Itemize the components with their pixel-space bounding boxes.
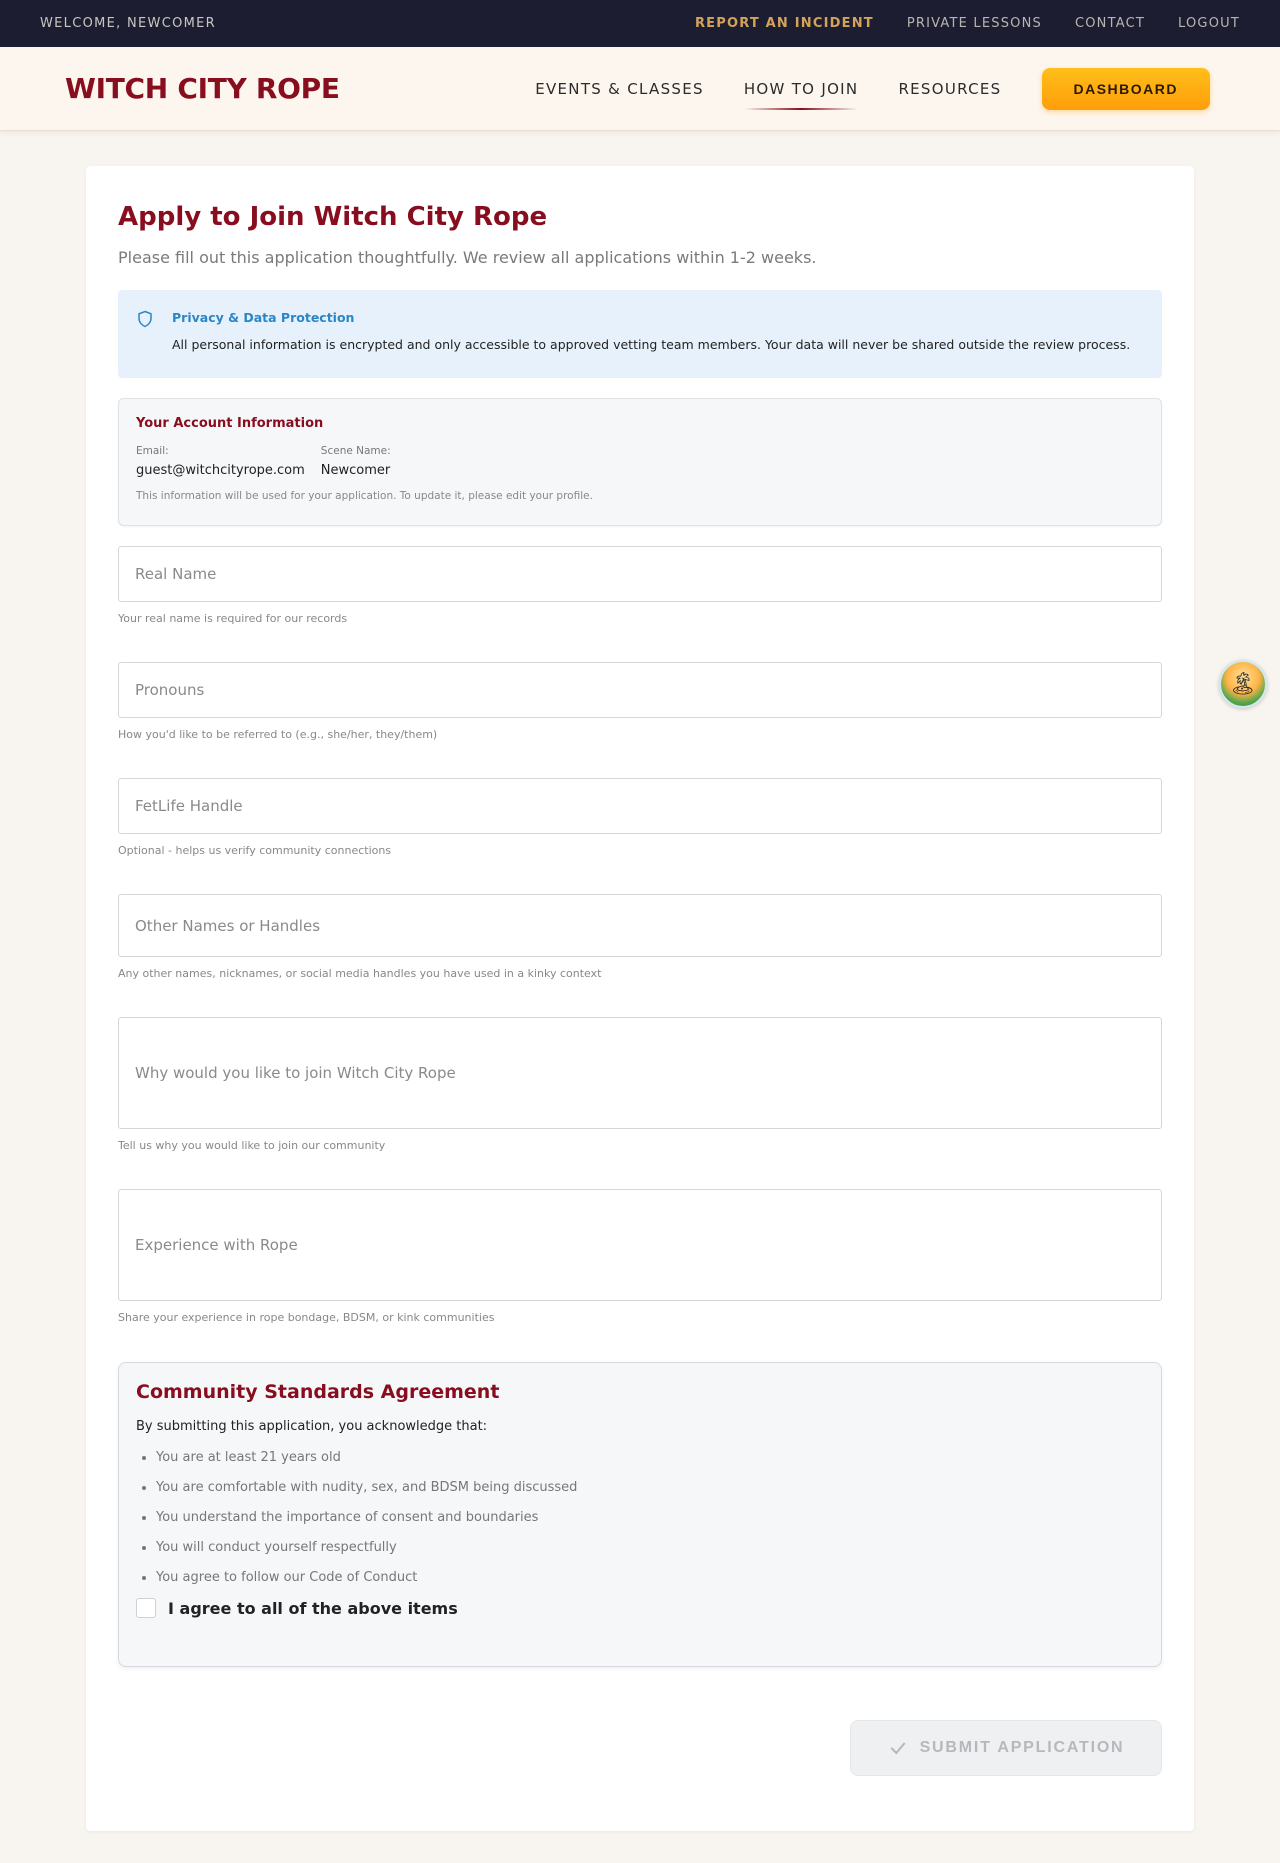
- agreement-item: You are comfortable with nudity, sex, an…: [156, 1480, 1144, 1496]
- agreement-item: You agree to follow our Code of Conduct: [156, 1570, 1144, 1586]
- experience-help: Share your experience in rope bondage, B…: [118, 1311, 495, 1324]
- fetlife-help: Optional - helps us verify community con…: [118, 844, 392, 857]
- agree-row: I agree to all of the above items: [136, 1598, 1144, 1618]
- agreement-intro: By submitting this application, you ackn…: [136, 1419, 488, 1434]
- submit-label: SUBMIT APPLICATION: [919, 1739, 1125, 1756]
- check-icon: [890, 1742, 906, 1755]
- application-card: Apply to Join Witch City Rope Please fil…: [86, 166, 1194, 1831]
- pronouns-input[interactable]: [118, 662, 1162, 718]
- fetlife-field: Optional - helps us verify community con…: [118, 778, 1162, 858]
- contact-link[interactable]: CONTACT: [1075, 16, 1145, 31]
- page-title: Apply to Join Witch City Rope: [118, 202, 548, 232]
- privacy-notice: Privacy & Data Protection All personal i…: [118, 290, 1162, 378]
- why-join-help: Tell us why you would like to join our c…: [118, 1139, 386, 1152]
- pronouns-help: How you'd like to be referred to (e.g., …: [118, 728, 438, 741]
- other-names-field: Any other names, nicknames, or social me…: [118, 894, 1162, 981]
- why-join-textarea[interactable]: Why would you like to join Witch City Ro…: [118, 1017, 1162, 1129]
- dashboard-button[interactable]: DASHBOARD: [1041, 67, 1210, 110]
- agreement-item: You will conduct yourself respectfully: [156, 1540, 1144, 1556]
- agreement-item: You are at least 21 years old: [156, 1450, 1144, 1466]
- scene-name-value: Newcomer: [320, 463, 391, 478]
- shield-icon: [138, 310, 152, 328]
- page-subtitle: Please fill out this application thought…: [118, 248, 817, 267]
- utility-bar: WELCOME, NEWCOMER REPORT AN INCIDENT PRI…: [0, 0, 1280, 47]
- nav-events-classes[interactable]: EVENTS & CLASSES: [535, 72, 704, 106]
- nav-how-to-join[interactable]: HOW TO JOIN: [743, 72, 859, 110]
- privacy-text: All personal information is encrypted an…: [172, 337, 1131, 352]
- site-logo[interactable]: WITCH CITY ROPE: [65, 72, 340, 105]
- agreement-title: Community Standards Agreement: [136, 1381, 500, 1403]
- submit-application-button[interactable]: SUBMIT APPLICATION: [850, 1720, 1162, 1776]
- submit-row: SUBMIT APPLICATION: [118, 1720, 1162, 1776]
- account-note: This information will be used for your a…: [136, 490, 593, 502]
- logout-link[interactable]: LOGOUT: [1178, 16, 1240, 31]
- agreement-item: You understand the importance of consent…: [156, 1510, 1144, 1526]
- why-join-field: Why would you like to join Witch City Ro…: [118, 1017, 1162, 1153]
- experience-field: Experience with Rope Share your experien…: [118, 1189, 1162, 1325]
- real-name-field: Your real name is required for our recor…: [118, 546, 1162, 626]
- real-name-help: Your real name is required for our recor…: [118, 612, 348, 625]
- other-names-help: Any other names, nicknames, or social me…: [118, 967, 602, 980]
- private-lessons-link[interactable]: PRIVATE LESSONS: [907, 16, 1042, 31]
- agreement-list: You are at least 21 years old You are co…: [136, 1450, 1144, 1586]
- report-incident-link[interactable]: REPORT AN INCIDENT: [695, 16, 874, 31]
- email-value: guest@witchcityrope.com: [136, 463, 305, 478]
- account-info-title: Your Account Information: [136, 416, 324, 431]
- main-nav: EVENTS & CLASSES HOW TO JOIN RESOURCES D…: [535, 67, 1210, 110]
- experience-textarea[interactable]: Experience with Rope: [118, 1189, 1162, 1301]
- email-label: Email:: [136, 445, 169, 457]
- fetlife-input[interactable]: [118, 778, 1162, 834]
- community-agreement: Community Standards Agreement By submitt…: [118, 1362, 1162, 1667]
- scene-name-label: Scene Name:: [320, 445, 391, 457]
- account-info-panel: Your Account Information Email: guest@wi…: [118, 398, 1162, 526]
- account-fields: Email: guest@witchcityrope.com Scene Nam…: [136, 445, 1144, 478]
- agree-checkbox[interactable]: [136, 1598, 156, 1618]
- account-email: Email: guest@witchcityrope.com: [136, 445, 305, 478]
- pronouns-field: How you'd like to be referred to (e.g., …: [118, 662, 1162, 742]
- other-names-input[interactable]: [118, 894, 1162, 957]
- account-scene-name: Scene Name: Newcomer: [321, 445, 391, 478]
- utility-links: REPORT AN INCIDENT PRIVATE LESSONS CONTA…: [695, 16, 1240, 31]
- privacy-title: Privacy & Data Protection: [172, 310, 355, 325]
- agree-label[interactable]: I agree to all of the above items: [168, 1599, 458, 1618]
- real-name-input[interactable]: [118, 546, 1162, 602]
- nav-resources[interactable]: RESOURCES: [898, 72, 1001, 106]
- site-header: WITCH CITY ROPE EVENTS & CLASSES HOW TO …: [0, 47, 1280, 131]
- welcome-text: WELCOME, NEWCOMER: [40, 16, 216, 31]
- floating-island-icon[interactable]: 🏝: [1219, 660, 1267, 708]
